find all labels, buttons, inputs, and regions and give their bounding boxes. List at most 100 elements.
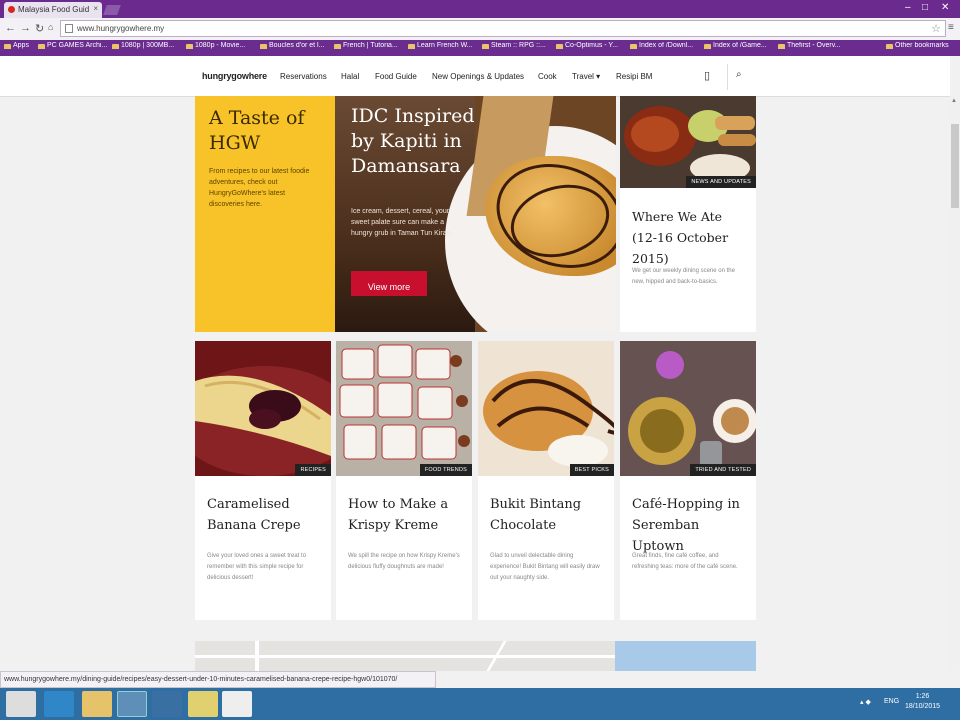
article-title: Caramelised Banana Crepe: [207, 497, 301, 533]
nav-food-guide[interactable]: Food Guide: [375, 72, 417, 81]
article-title: How to Make a Krispy Kreme: [348, 497, 449, 533]
hero-feature[interactable]: IDC Inspired by Kapiti in Damansara Ice …: [335, 96, 616, 332]
browser-titlebar: Malaysia Food Guid × – □ ✕: [0, 0, 960, 18]
bookmark-icon: [186, 44, 193, 49]
nav-resipi-bm[interactable]: Resipi BM: [616, 72, 652, 81]
home-icon[interactable]: ⌂: [48, 22, 53, 32]
other-bookmarks[interactable]: Other bookmarks: [886, 42, 958, 49]
scrollbar-thumb[interactable]: [951, 124, 959, 208]
article-card[interactable]: FOOD TRENDS How to Make a Krispy Kreme W…: [336, 341, 472, 620]
site-logo[interactable]: hungrygowhere: [202, 71, 267, 81]
article-excerpt: Great finds, fine café coffee, and refre…: [632, 553, 738, 570]
article-excerpt: Glad to unveil delectable dining experie…: [490, 553, 600, 581]
sticky-notes-icon[interactable]: [188, 691, 218, 717]
bookmark-item[interactable]: Boucles d'or et l...: [260, 42, 330, 49]
bookmark-star-icon[interactable]: ☆: [931, 22, 941, 35]
folder-icon: [886, 44, 893, 49]
search-icon[interactable]: ⌕: [736, 69, 742, 80]
media-player-icon[interactable]: [152, 691, 182, 717]
bookmark-item[interactable]: Thefirst - Overv...: [778, 42, 856, 49]
map-preview[interactable]: [195, 641, 756, 671]
crepe-photo: [195, 341, 331, 476]
mobile-device-icon[interactable]: ▯: [704, 69, 710, 82]
article-image: BEST PICKS: [478, 341, 614, 476]
page-icon: [65, 24, 73, 33]
bookmark-icon: [38, 44, 45, 49]
bookmark-item[interactable]: Steam :: RPG ::...: [482, 42, 552, 49]
tab-title: Malaysia Food Guid: [18, 5, 90, 14]
nav-cook[interactable]: Cook: [538, 72, 557, 81]
bookmark-item[interactable]: Index of /Game...: [704, 42, 774, 49]
bookmark-item[interactable]: Index of /Downl...: [630, 42, 700, 49]
bookmark-icon: [704, 44, 711, 49]
article-card[interactable]: TRIED AND TESTED Café-Hopping in Seremba…: [620, 341, 756, 620]
promo-tile[interactable]: A Taste of HGW From recipes to our lates…: [195, 96, 335, 332]
new-tab-button[interactable]: [103, 5, 121, 15]
scroll-up-arrow-icon[interactable]: ▲: [951, 98, 957, 104]
chrome-menu-icon[interactable]: ≡: [948, 22, 954, 33]
minimize-icon[interactable]: –: [905, 2, 911, 13]
bookmark-icon: [556, 44, 563, 49]
clock-date: 18/10/2015: [905, 703, 941, 710]
bookmark-item[interactable]: 1080p - Movie...: [186, 42, 256, 49]
bookmark-icon: [408, 44, 415, 49]
browser-toolbar: ← → ↻ ⌂ www.hungrygowhere.my ☆ ≡: [0, 18, 960, 40]
bookmark-item[interactable]: Co-Optimus - Y...: [556, 42, 626, 49]
article-tag: TRIED AND TESTED: [690, 464, 756, 476]
article-tag: NEWS AND UPDATES: [686, 176, 756, 188]
address-bar[interactable]: www.hungrygowhere.my ☆: [60, 20, 946, 37]
bookmark-apps[interactable]: Apps: [4, 42, 38, 49]
promo-title: A Taste of HGW: [209, 107, 305, 154]
app-icon[interactable]: [222, 691, 252, 717]
system-clock[interactable]: 1:26 18/10/2015: [905, 692, 940, 712]
nav-halal[interactable]: Halal: [341, 72, 359, 81]
hero-text: Ice cream, dessert, cereal, your sweet p…: [351, 208, 453, 237]
file-explorer-icon[interactable]: [82, 691, 112, 717]
bookmark-item[interactable]: PC GAMES Archi...: [38, 42, 108, 49]
forward-arrow-icon[interactable]: →: [20, 22, 31, 34]
start-button[interactable]: [6, 691, 36, 717]
article-card-where-we-ate[interactable]: NEWS AND UPDATES Where We Ate (12-16 Oct…: [620, 96, 756, 332]
internet-explorer-icon[interactable]: [44, 691, 74, 717]
bookmark-icon: [334, 44, 341, 49]
nav-divider: [727, 64, 728, 90]
bookmark-icon: [260, 44, 267, 49]
article-excerpt: We spill the recipe on how Krispy Kreme'…: [348, 553, 460, 570]
bookmark-item[interactable]: Learn French W...: [408, 42, 478, 49]
tray-icons[interactable]: ▴ ◆: [860, 698, 871, 706]
reload-icon[interactable]: ↻: [35, 22, 44, 35]
bookmark-item[interactable]: French | Tutoria...: [334, 42, 404, 49]
article-card[interactable]: RECIPES Caramelised Banana Crepe Give yo…: [195, 341, 331, 620]
food-photo: [620, 96, 756, 188]
article-title: Café-Hopping in Seremban Uptown: [632, 497, 740, 554]
browser-tab[interactable]: Malaysia Food Guid ×: [4, 2, 102, 18]
nav-travel[interactable]: Travel ▾: [572, 72, 600, 81]
nav-new-openings[interactable]: New Openings & Updates: [432, 72, 524, 81]
promo-text: From recipes to our latest foodie advent…: [209, 168, 310, 208]
article-card[interactable]: BEST PICKS Bukit Bintang Chocolate Glad …: [478, 341, 614, 620]
chrome-icon[interactable]: [117, 691, 147, 717]
bookmark-icon: [630, 44, 637, 49]
bookmark-item[interactable]: 1080p | 300MB...: [112, 42, 182, 49]
back-arrow-icon[interactable]: ←: [5, 22, 16, 34]
hero-title: IDC Inspired by Kapiti in Damansara: [351, 105, 475, 177]
windows-taskbar: ▴ ◆ ENG 1:26 18/10/2015: [0, 688, 960, 720]
article-image: RECIPES: [195, 341, 331, 476]
view-more-button[interactable]: View more: [351, 271, 427, 296]
bookmark-icon: [112, 44, 119, 49]
close-window-icon[interactable]: ✕: [941, 2, 949, 13]
language-indicator[interactable]: ENG: [884, 698, 899, 705]
nav-reservations[interactable]: Reservations: [280, 72, 327, 81]
article-title: Bukit Bintang Chocolate: [490, 497, 582, 533]
maximize-icon[interactable]: □: [922, 2, 928, 13]
bookmark-icon: [482, 44, 489, 49]
article-tag: BEST PICKS: [569, 464, 614, 476]
apps-grid-icon: [4, 44, 11, 49]
article-tag: RECIPES: [295, 464, 331, 476]
map-water: [615, 641, 756, 671]
cafe-photo: [620, 341, 756, 476]
tab-close-icon[interactable]: ×: [93, 4, 98, 13]
article-title: Where We Ate (12-16 October 2015): [632, 209, 729, 266]
bookmark-icon: [778, 44, 785, 49]
article-excerpt: Give your loved ones a sweet treat to re…: [207, 553, 307, 581]
